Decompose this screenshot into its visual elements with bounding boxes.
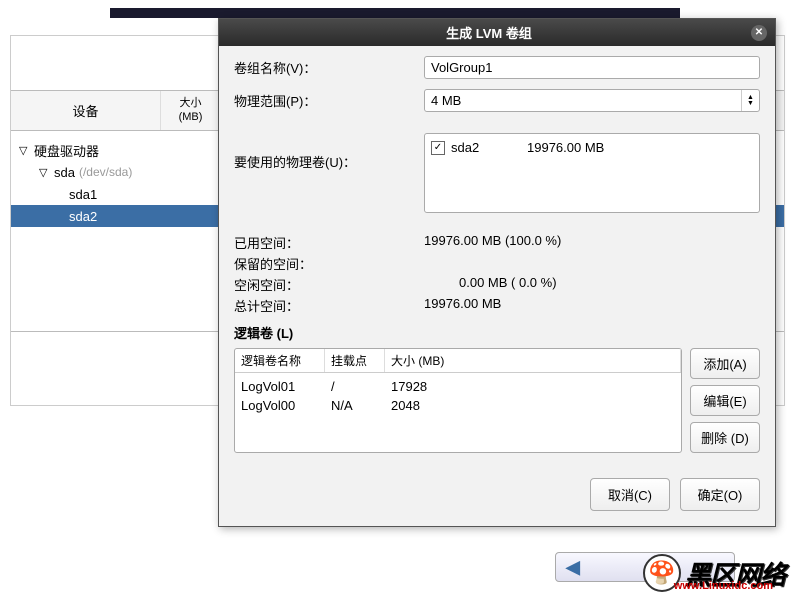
free-space-label: 空闲空间： (234, 275, 424, 294)
close-icon[interactable]: ✕ (751, 25, 767, 41)
pv-label: 要使用的物理卷(U)： (234, 122, 424, 171)
lv-row[interactable]: LogVol01 / 17928 (235, 377, 681, 396)
pe-label: 物理范围(P)： (234, 91, 424, 110)
used-space-value: 19976.00 MB (100.0 %) (424, 233, 760, 252)
expander-icon[interactable]: ▽ (19, 144, 31, 157)
arrow-left-icon: ◀ (566, 557, 580, 578)
pe-select[interactable]: 4 MB ▲▼ (424, 89, 760, 112)
spinner-icon[interactable]: ▲▼ (741, 90, 759, 111)
col-header-size[interactable]: 大小(MB) (161, 91, 221, 130)
lv-row[interactable]: LogVol00 N/A 2048 (235, 396, 681, 415)
free-space-value: 0.00 MB ( 0.0 %) (424, 275, 760, 294)
checkbox-checked-icon[interactable]: ✓ (431, 141, 445, 155)
dialog-title: 生成 LVM 卷组 (227, 23, 751, 42)
vg-name-input[interactable] (424, 56, 760, 79)
lv-add-button[interactable]: 添加(A) (690, 348, 760, 379)
reserved-space-label: 保留的空间： (234, 254, 424, 273)
lv-col-size[interactable]: 大小 (MB) (385, 349, 681, 372)
lv-delete-button[interactable]: 删除 (D) (690, 422, 760, 453)
dialog-footer: 取消(C) 确定(O) (219, 463, 775, 526)
lv-col-mount[interactable]: 挂载点 (325, 349, 385, 372)
cancel-button[interactable]: 取消(C) (590, 478, 670, 511)
dialog-body: 卷组名称(V)： 物理范围(P)： 4 MB ▲▼ 要使用的物理卷(U)： ✓ … (219, 46, 775, 463)
pv-item-row[interactable]: ✓ sda2 19976.00 MB (431, 140, 753, 155)
total-space-value: 19976.00 MB (424, 296, 760, 315)
lvm-dialog: 生成 LVM 卷组 ✕ 卷组名称(V)： 物理范围(P)： 4 MB ▲▼ 要使… (218, 18, 776, 527)
lv-col-name[interactable]: 逻辑卷名称 (235, 349, 325, 372)
watermark: 🍄 黑区网络 www.Linuxidc.com (643, 554, 785, 592)
top-decoration-bar (110, 8, 680, 18)
lv-edit-button[interactable]: 编辑(E) (690, 385, 760, 416)
expander-icon[interactable]: ▽ (39, 166, 51, 179)
pv-list-box: ✓ sda2 19976.00 MB (424, 133, 760, 213)
ok-button[interactable]: 确定(O) (680, 478, 760, 511)
vg-name-label: 卷组名称(V)： (234, 58, 424, 77)
total-space-label: 总计空间： (234, 296, 424, 315)
dialog-titlebar[interactable]: 生成 LVM 卷组 ✕ (219, 19, 775, 46)
lv-table: 逻辑卷名称 挂载点 大小 (MB) LogVol01 / 17928 LogVo… (234, 348, 682, 453)
col-header-device[interactable]: 设备 (11, 91, 161, 130)
lv-section-label: 逻辑卷 (L) (234, 323, 760, 342)
used-space-label: 已用空间： (234, 233, 424, 252)
